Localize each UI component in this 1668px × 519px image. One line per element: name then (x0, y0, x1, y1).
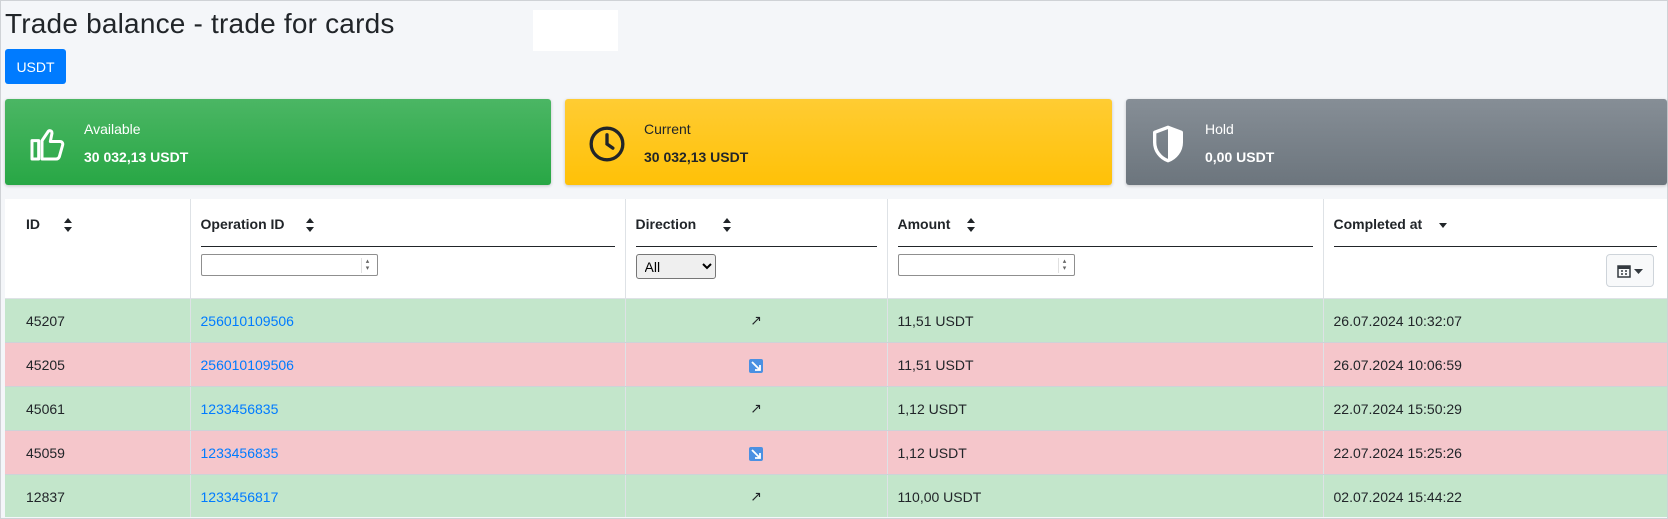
cell-operation-id: 1233456835 (190, 386, 626, 431)
operation-id-link[interactable]: 1233456817 (201, 489, 279, 505)
hold-label: Hold (1205, 121, 1234, 137)
calendar-icon (1617, 265, 1631, 278)
operation-id-filter-input[interactable]: ▴ ▾ (200, 254, 378, 276)
column-header-operation-id[interactable]: Operation ID ▴ ▾ (190, 199, 626, 299)
arrow-down-right-icon (749, 446, 763, 461)
available-balance-box: Available 30 032,13 USDT (5, 99, 551, 185)
direction-filter-select[interactable]: All (635, 254, 716, 279)
cell-completed-at: 02.07.2024 15:44:22 (1323, 474, 1667, 517)
stepper-icon[interactable]: ▴ ▾ (1057, 258, 1071, 273)
table-row: 45207 256010109506 ↗ 11,51 USDT 26.07.2024 1… (5, 298, 1667, 343)
date-range-picker-button[interactable] (1606, 254, 1654, 287)
table-row: 45061 1233456835 ↗ 1,12 USDT 22.07.2024 15:5… (5, 386, 1667, 431)
cell-operation-id: 256010109506 (190, 298, 626, 343)
currency-usdt-button[interactable]: USDT (5, 49, 66, 84)
header-divider (635, 246, 877, 247)
stepper-icon[interactable]: ▴ ▾ (360, 258, 374, 273)
arrow-up-right-icon: ↗ (750, 488, 762, 504)
cell-amount: 110,00 USDT (887, 474, 1324, 517)
cell-direction (625, 430, 888, 475)
column-title-operation-id: Operation ID (200, 216, 285, 232)
hold-balance-box: Hold 0,00 USDT (1126, 99, 1667, 185)
cell-operation-id: 1233456817 (190, 474, 626, 517)
current-balance-box: Current 30 032,13 USDT (565, 99, 1112, 185)
operation-id-link[interactable]: 1233456835 (201, 445, 279, 461)
column-title-id: ID (26, 216, 40, 232)
cell-completed-at: 26.07.2024 10:06:59 (1323, 342, 1667, 387)
header-divider (1333, 246, 1657, 247)
sort-both-icon[interactable] (305, 218, 315, 232)
sort-desc-icon[interactable] (1438, 221, 1448, 235)
available-value: 30 032,13 USDT (84, 149, 189, 165)
amount-filter-input[interactable]: ▴ ▾ (897, 254, 1075, 276)
cell-id: 45061 (5, 386, 191, 431)
header-divider (200, 246, 615, 247)
cell-operation-id: 1233456835 (190, 430, 626, 475)
clock-icon (589, 126, 625, 162)
thumbs-up-icon (30, 129, 65, 161)
table-row: 45205 256010109506 11,51 USDT 26.07.2024 10… (5, 342, 1667, 387)
shield-icon (1153, 125, 1183, 163)
operation-id-link[interactable]: 1233456835 (201, 401, 279, 417)
column-header-direction[interactable]: Direction All (625, 199, 888, 299)
cell-id: 45059 (5, 430, 191, 475)
header-divider (897, 246, 1313, 247)
table-row: 12837 1233456817 ↗ 110,00 USDT 02.07.2024 15… (5, 474, 1667, 517)
current-value: 30 032,13 USDT (644, 149, 749, 165)
available-label: Available (84, 121, 141, 137)
arrow-up-right-icon: ↗ (750, 312, 762, 328)
cell-id: 45207 (5, 298, 191, 343)
current-label: Current (644, 121, 691, 137)
cell-amount: 11,51 USDT (887, 342, 1324, 387)
operation-id-link[interactable]: 256010109506 (201, 357, 294, 373)
cell-completed-at: 22.07.2024 15:50:29 (1323, 386, 1667, 431)
hold-value: 0,00 USDT (1205, 149, 1275, 165)
cell-direction: ↗ (625, 474, 888, 517)
column-title-amount: Amount (897, 216, 951, 232)
blank-placeholder (533, 10, 618, 51)
table-row: 45059 1233456835 1,12 USDT 22.07.2024 15:25… (5, 430, 1667, 475)
cell-id: 45205 (5, 342, 191, 387)
cell-amount: 1,12 USDT (887, 430, 1324, 475)
sort-both-icon[interactable] (722, 218, 732, 232)
cell-direction (625, 342, 888, 387)
arrow-down-right-icon (749, 358, 763, 373)
page-title: Trade balance - trade for cards (5, 8, 395, 39)
cell-operation-id: 256010109506 (190, 342, 626, 387)
operations-table: ID Operation ID ▴ ▾ Direction All Amount… (5, 199, 1667, 517)
column-header-id[interactable]: ID (5, 199, 191, 299)
column-header-amount[interactable]: Amount ▴ ▾ (887, 199, 1324, 299)
cell-id: 12837 (5, 474, 191, 517)
column-title-direction: Direction (635, 216, 697, 232)
column-header-completed-at[interactable]: Completed at (1323, 199, 1667, 299)
cell-direction: ↗ (625, 386, 888, 431)
cell-completed-at: 26.07.2024 10:32:07 (1323, 298, 1667, 343)
caret-down-icon (1634, 269, 1643, 274)
cell-direction: ↗ (625, 298, 888, 343)
sort-both-icon[interactable] (63, 218, 73, 232)
operation-id-link[interactable]: 256010109506 (201, 313, 294, 329)
cell-amount: 1,12 USDT (887, 386, 1324, 431)
operations-table-container: ID Operation ID ▴ ▾ Direction All Amount… (5, 199, 1667, 517)
cell-completed-at: 22.07.2024 15:25:26 (1323, 430, 1667, 475)
cell-amount: 11,51 USDT (887, 298, 1324, 343)
sort-both-icon[interactable] (966, 218, 976, 232)
column-title-completed-at: Completed at (1333, 216, 1423, 232)
arrow-up-right-icon: ↗ (750, 400, 762, 416)
